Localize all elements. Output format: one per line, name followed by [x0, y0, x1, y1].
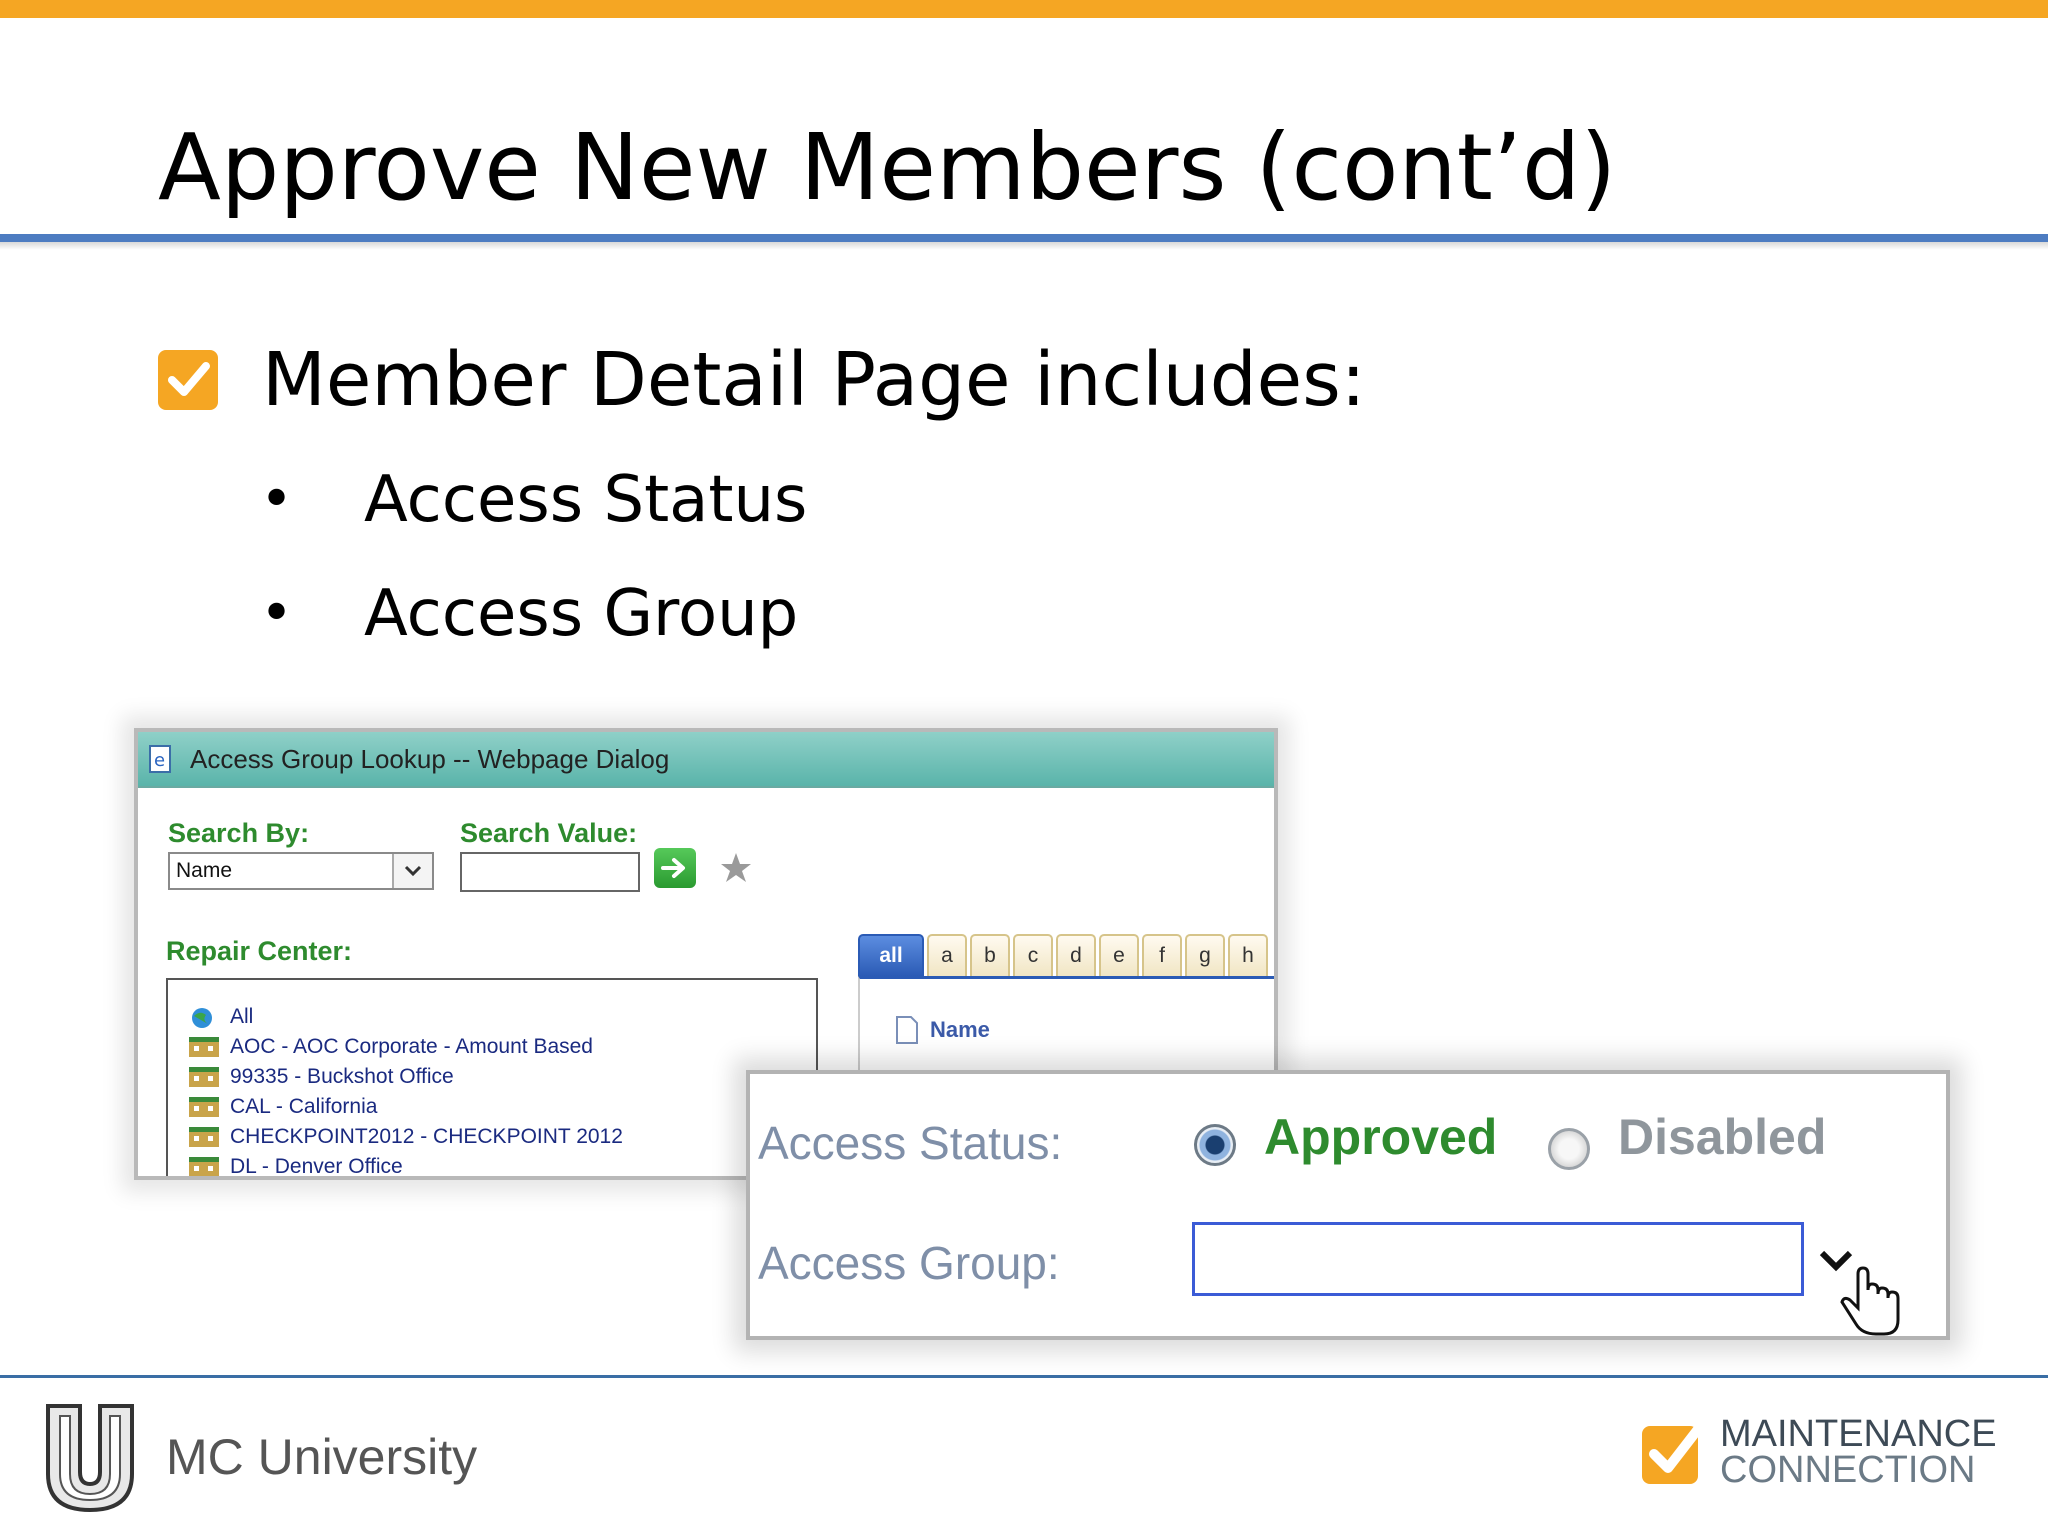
search-by-select[interactable]: Name — [168, 852, 434, 890]
search-by-value: Name — [176, 859, 233, 882]
building-icon — [188, 1036, 220, 1058]
access-group-label: Access Group: — [758, 1237, 1060, 1289]
repair-center-name: 99335 - Buckshot Office — [230, 1065, 454, 1088]
list-item[interactable]: DL - Denver Office — [168, 1152, 816, 1178]
globe-icon — [188, 1006, 220, 1028]
access-status-label: Access Status: — [758, 1117, 1063, 1169]
approved-radio-label[interactable]: Approved — [1264, 1108, 1497, 1166]
checkbox-bullet-icon — [158, 350, 218, 410]
tab-b[interactable]: b — [970, 934, 1010, 976]
search-go-button[interactable] — [654, 848, 696, 888]
repair-center-name: AOC - AOC Corporate - Amount Based — [230, 1035, 593, 1058]
hand-cursor-icon — [1840, 1266, 1900, 1336]
brand-line-1: MAINTENANCE — [1720, 1413, 1997, 1455]
repair-center-name: CHECKPOINT2012 - CHECKPOINT 2012 — [230, 1125, 623, 1148]
repair-center-name: DL - Denver Office — [230, 1155, 403, 1178]
search-by-label: Search By: — [168, 818, 310, 848]
tab-c[interactable]: c — [1013, 934, 1053, 976]
tab-f[interactable]: f — [1142, 934, 1182, 976]
document-icon — [896, 1016, 918, 1044]
maintenance-connection-logo-icon — [1642, 1419, 1707, 1484]
bullet-dot-icon: • — [260, 467, 294, 532]
list-item[interactable]: 99335 - Buckshot Office — [168, 1062, 816, 1092]
sub-bullet-text: Access Group — [364, 577, 799, 651]
tab-d[interactable]: d — [1056, 934, 1096, 976]
list-item[interactable]: CHECKPOINT2012 - CHECKPOINT 2012 — [168, 1122, 816, 1152]
list-item[interactable]: CAL - California — [168, 1092, 816, 1122]
repair-center-label: Repair Center: — [166, 936, 353, 966]
building-icon — [188, 1126, 220, 1148]
tab-e[interactable]: e — [1099, 934, 1139, 976]
svg-text:e: e — [154, 750, 165, 771]
search-value-label: Search Value: — [460, 818, 638, 848]
main-bullet-text: Member Detail Page includes: — [262, 337, 1366, 423]
repair-center-name: CAL - California — [230, 1095, 378, 1118]
disabled-radio[interactable] — [1548, 1128, 1590, 1170]
arrow-right-icon — [661, 858, 685, 878]
webpage-dialog-icon: e — [148, 744, 174, 774]
sub-bullet-text: Access Status — [364, 463, 808, 537]
access-group-input[interactable] — [1192, 1222, 1804, 1296]
tab-all[interactable]: all — [858, 934, 924, 976]
building-icon — [188, 1066, 220, 1088]
brand-line-2: CONNECTION — [1720, 1449, 1976, 1491]
list-item[interactable]: All — [168, 1002, 816, 1032]
tab-a[interactable]: a — [927, 934, 967, 976]
maintenance-connection-brand: MAINTENANCE CONNECTION — [1720, 1413, 1997, 1491]
sub-bullet-access-group: • Access Group — [260, 574, 798, 654]
bullet-dot-icon: • — [260, 581, 294, 646]
top-accent-bar — [0, 0, 2048, 18]
access-settings-callout: Access Status: Approved Disabled Access … — [746, 1070, 1950, 1340]
building-icon — [188, 1096, 220, 1118]
tab-g[interactable]: g — [1185, 934, 1225, 976]
repair-center-list[interactable]: All AOC - AOC Corporate - Amount Based 9… — [166, 978, 818, 1178]
search-value-input[interactable] — [460, 852, 640, 892]
mc-university-logo-icon — [46, 1404, 134, 1513]
dialog-title: Access Group Lookup -- Webpage Dialog — [190, 743, 670, 774]
alphabet-tab-bar: all a b c d e f g h — [858, 934, 1271, 976]
approved-radio[interactable] — [1194, 1124, 1236, 1166]
mc-university-text: MC University — [166, 1429, 478, 1485]
favorite-star-icon[interactable] — [718, 850, 754, 886]
column-header-label: Name — [930, 1017, 990, 1042]
slide-title: Approve New Members (cont’d) — [158, 114, 1617, 221]
tab-h[interactable]: h — [1228, 934, 1268, 976]
dialog-titlebar: e Access Group Lookup -- Webpage Dialog — [138, 732, 1274, 788]
main-bullet: Member Detail Page includes: — [158, 330, 1366, 430]
building-icon — [188, 1156, 220, 1176]
list-item[interactable]: AOC - AOC Corporate - Amount Based — [168, 1032, 816, 1062]
title-underline-shadow — [0, 242, 2048, 250]
repair-center-name: All — [230, 1005, 254, 1028]
disabled-radio-label[interactable]: Disabled — [1618, 1108, 1826, 1166]
chevron-down-icon[interactable] — [392, 854, 432, 888]
footer-rule — [0, 1375, 2048, 1378]
title-underline — [0, 234, 2048, 242]
name-column-header[interactable]: Name — [894, 1015, 990, 1045]
sub-bullet-access-status: • Access Status — [260, 460, 807, 540]
